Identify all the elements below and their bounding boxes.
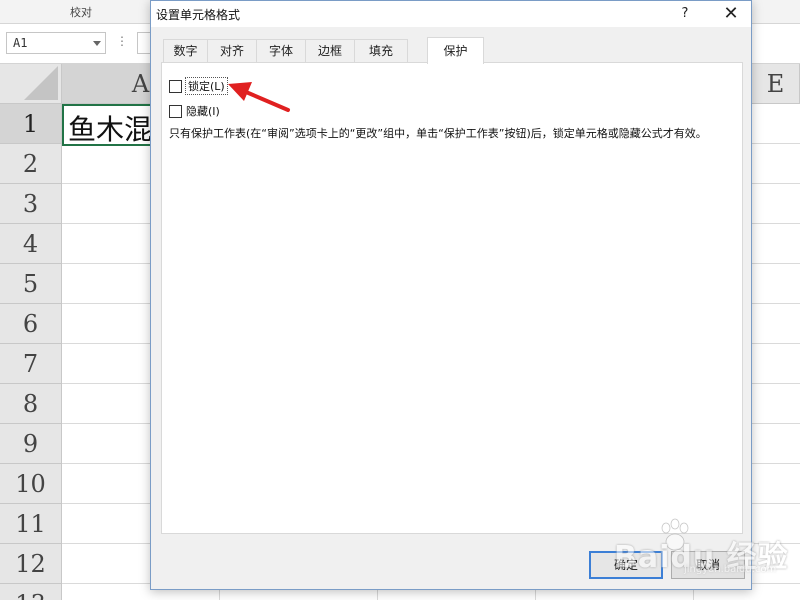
row-header-5[interactable]: 5 bbox=[0, 264, 62, 304]
row-header-12[interactable]: 12 bbox=[0, 544, 62, 584]
dialog-title: 设置单元格格式 bbox=[156, 8, 241, 22]
row-header-10[interactable]: 10 bbox=[0, 464, 62, 504]
locked-label[interactable]: 锁定(L) bbox=[185, 77, 228, 95]
select-all-corner[interactable] bbox=[0, 64, 62, 104]
tab-alignment[interactable]: 对齐 bbox=[207, 39, 257, 63]
name-box-value: A1 bbox=[13, 36, 28, 50]
row-header-7[interactable]: 7 bbox=[0, 344, 62, 384]
select-all-triangle-icon bbox=[24, 66, 58, 100]
ok-button[interactable]: 确定 bbox=[589, 551, 663, 579]
locked-checkbox[interactable] bbox=[169, 79, 182, 93]
hidden-option[interactable]: 隐藏(I) bbox=[169, 103, 220, 119]
protection-panel: 锁定(L) 隐藏(I) 只有保护工作表(在“审阅”选项卡上的“更改”组中，单击“… bbox=[161, 62, 743, 534]
row-header-4[interactable]: 4 bbox=[0, 224, 62, 264]
column-header-e[interactable]: E bbox=[752, 64, 800, 104]
row-header-9[interactable]: 9 bbox=[0, 424, 62, 464]
hidden-checkbox[interactable] bbox=[169, 104, 182, 118]
hidden-label[interactable]: 隐藏(I) bbox=[186, 103, 220, 119]
formula-bar-grip-icon: ⋮ bbox=[116, 34, 128, 48]
tab-font[interactable]: 字体 bbox=[256, 39, 306, 63]
cell-a1-value: 鱼木混 bbox=[68, 113, 153, 146]
tab-border[interactable]: 边框 bbox=[305, 39, 355, 63]
row-header-6[interactable]: 6 bbox=[0, 304, 62, 344]
locked-option[interactable]: 锁定(L) bbox=[169, 77, 228, 95]
tab-number[interactable]: 数字 bbox=[163, 39, 208, 63]
protection-note: 只有保护工作表(在“审阅”选项卡上的“更改”组中，单击“保护工作表”按钮)后，锁… bbox=[169, 127, 707, 140]
row-header-11[interactable]: 11 bbox=[0, 504, 62, 544]
row-header-3[interactable]: 3 bbox=[0, 184, 62, 224]
help-button[interactable]: ? bbox=[673, 3, 697, 25]
row-header-13[interactable]: 13 bbox=[0, 584, 62, 600]
tab-fill[interactable]: 填充 bbox=[354, 39, 408, 63]
row-header-1[interactable]: 1 bbox=[0, 104, 62, 144]
chevron-down-icon[interactable] bbox=[93, 41, 101, 46]
cancel-button[interactable]: 取消 bbox=[671, 551, 745, 579]
row-header-8[interactable]: 8 bbox=[0, 384, 62, 424]
format-cells-dialog: 设置单元格格式 ? ✕ 数字 对齐 字体 边框 填充 保护 锁定(L) 隐藏(I… bbox=[150, 0, 752, 590]
row-headers: 1 2 3 4 5 6 7 8 9 10 11 12 13 bbox=[0, 104, 62, 600]
row-header-2[interactable]: 2 bbox=[0, 144, 62, 184]
name-box[interactable]: A1 bbox=[6, 32, 106, 54]
dialog-titlebar[interactable]: 设置单元格格式 ? ✕ bbox=[151, 1, 751, 27]
tab-protection[interactable]: 保护 bbox=[427, 37, 484, 64]
close-button[interactable]: ✕ bbox=[717, 3, 745, 25]
ribbon-group-label-review: 校对 bbox=[70, 6, 92, 19]
